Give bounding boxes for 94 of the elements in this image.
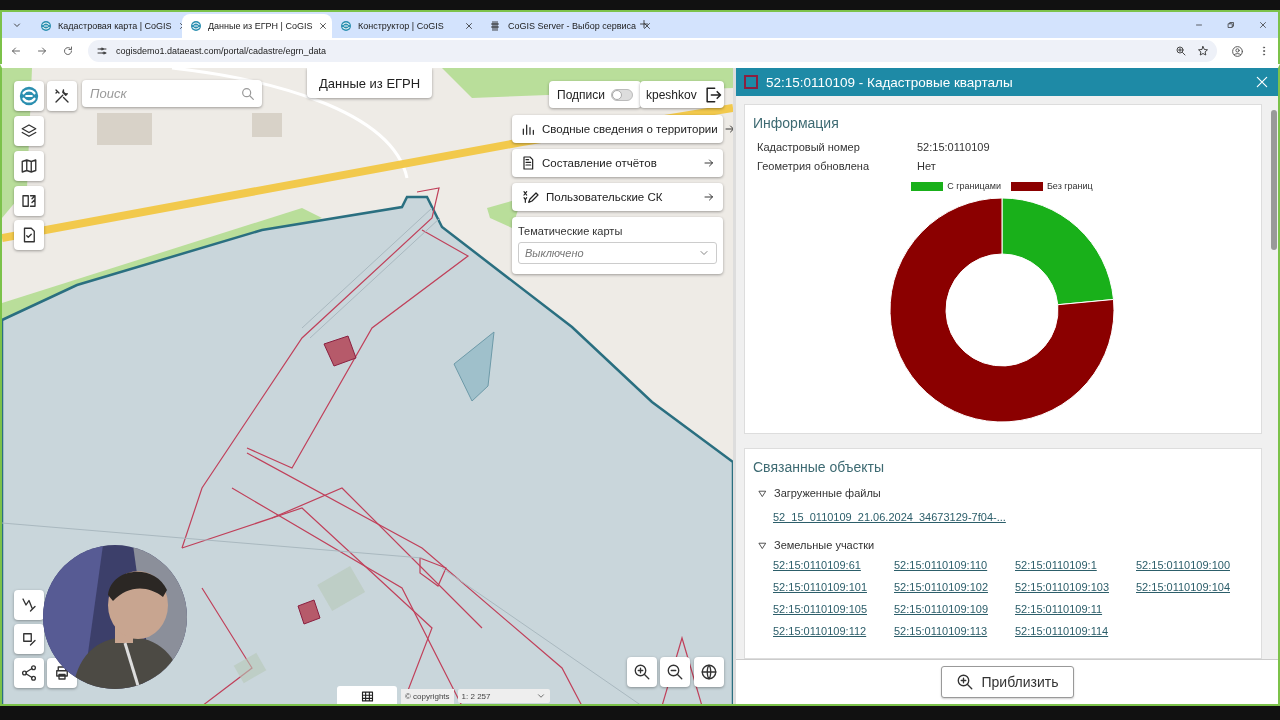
zoom-in-icon xyxy=(955,673,974,691)
star-icon xyxy=(1197,45,1209,57)
measure-line-button[interactable] xyxy=(14,590,44,620)
forward-icon xyxy=(36,45,48,57)
zoom-out-button[interactable] xyxy=(660,657,690,687)
link[interactable]: 52:15:0110109:101 xyxy=(773,581,894,593)
plus-icon xyxy=(638,18,650,30)
map-tool-button[interactable] xyxy=(14,220,44,250)
grid-icon xyxy=(490,20,502,32)
search-icon xyxy=(240,85,256,102)
logo-button[interactable] xyxy=(14,81,44,111)
link[interactable]: 52:15:0110109:110 xyxy=(894,559,1015,571)
group-header[interactable]: Загруженные файлы xyxy=(753,483,1251,503)
link[interactable]: 52:15:0110109:109 xyxy=(894,603,1015,615)
share-icon xyxy=(20,664,38,682)
arrow-right-icon xyxy=(723,123,733,135)
logo-icon xyxy=(190,20,202,32)
field-label: Тематические карты xyxy=(518,225,624,237)
section-heading: Информация xyxy=(753,115,840,131)
profile-icon xyxy=(1231,44,1244,58)
map-tool-button[interactable] xyxy=(14,186,44,216)
site-info-icon xyxy=(96,45,108,57)
toggle-switch[interactable] xyxy=(610,88,633,101)
measure-area-icon xyxy=(20,630,38,648)
close-button[interactable] xyxy=(1254,74,1270,90)
link[interactable]: 52:15:0110109:105 xyxy=(773,603,894,615)
labels-toggle[interactable]: Подписи xyxy=(549,81,641,108)
tools-icon xyxy=(53,87,71,105)
browser-tab[interactable]: Конструктор | CoGIS xyxy=(332,14,482,38)
field-label: Геометрия обновлена xyxy=(757,160,870,174)
link[interactable]: 52_15_0110109_21.06.2024_34673129-7f04-... xyxy=(773,511,1006,523)
restore-icon xyxy=(1226,20,1236,30)
measure-line-icon xyxy=(20,596,38,614)
table-icon xyxy=(359,688,375,704)
close-icon xyxy=(1254,74,1270,90)
panel-title: 52:15:0110109 - Кадастровые кварталы xyxy=(766,74,1014,90)
layers-icon xyxy=(20,122,38,140)
group-header[interactable]: Земельные участки xyxy=(753,535,1251,555)
map-tool-button[interactable] xyxy=(14,116,44,146)
link[interactable]: 52:15:0110109:1 xyxy=(1015,559,1136,571)
square-icon xyxy=(744,75,758,89)
url-text[interactable]: cogisdemo1.dataeast.com/portal/cadastre/egrn_data xyxy=(116,46,327,56)
close-icon xyxy=(464,21,474,31)
print-icon xyxy=(53,664,71,682)
legend-label: Без границ xyxy=(1046,181,1093,191)
close-icon xyxy=(642,21,652,31)
arrow-right-icon xyxy=(703,191,715,203)
link[interactable]: 52:15:0110109:104 xyxy=(1136,581,1257,593)
back-icon xyxy=(10,45,22,57)
globe-button[interactable] xyxy=(694,657,724,687)
link[interactable]: 52:15:0110109:11 xyxy=(1015,603,1136,615)
zoom-in-icon xyxy=(633,663,651,681)
link[interactable]: 52:15:0110109:112 xyxy=(773,625,894,637)
zoom-to-button[interactable]: Приблизить xyxy=(940,666,1074,698)
close-icon xyxy=(1258,20,1268,30)
link[interactable]: 52:15:0110109:103 xyxy=(1015,581,1136,593)
menu-button[interactable]: Составление отчётов xyxy=(512,149,723,177)
scale-select[interactable]: 1: 2 257 xyxy=(457,689,550,703)
field-value: 52:15:0110109 xyxy=(917,141,990,155)
zoom-out-icon xyxy=(666,663,684,681)
link[interactable]: 52:15:0110109:61 xyxy=(773,559,894,571)
table-button[interactable] xyxy=(337,686,397,704)
pencil-icon xyxy=(520,189,540,205)
browser-tab[interactable]: Данные из ЕГРН | CoGIS xyxy=(182,14,332,38)
globe-icon xyxy=(700,663,718,681)
measure-area-button[interactable] xyxy=(14,624,44,654)
thematic-select[interactable]: Выключено xyxy=(518,242,717,264)
logout-button[interactable]: kpeshkov xyxy=(640,81,724,108)
map-icon xyxy=(20,157,38,175)
zoom-icon xyxy=(1175,45,1187,57)
share-button[interactable] xyxy=(14,658,44,688)
logo-icon xyxy=(340,20,352,32)
link[interactable]: 52:15:0110109:102 xyxy=(894,581,1015,593)
menu-button[interactable]: Пользовательские СК xyxy=(512,183,723,211)
link[interactable]: 52:15:0110109:113 xyxy=(894,625,1015,637)
bar-chart-icon xyxy=(520,121,536,137)
logo-icon xyxy=(40,20,52,32)
legend-label: С границами xyxy=(947,181,1001,191)
map-tool-button[interactable] xyxy=(14,151,44,181)
link[interactable]: 52:15:0110109:100 xyxy=(1136,559,1257,571)
zoom-in-button[interactable] xyxy=(627,657,657,687)
field-value: Нет xyxy=(917,160,936,174)
reload-icon xyxy=(62,45,74,57)
compare-icon xyxy=(20,192,38,210)
chevron-down-icon xyxy=(535,691,546,701)
link[interactable]: 52:15:0110109:114 xyxy=(1015,625,1136,637)
close-icon xyxy=(318,21,329,31)
document-icon xyxy=(520,155,536,171)
page-title: Данные из ЕГРН xyxy=(307,68,433,98)
logo-icon xyxy=(18,85,40,107)
arrow-right-icon xyxy=(703,157,715,169)
field-label: Кадастровый номер xyxy=(757,141,861,155)
section-heading: Связанные объекты xyxy=(753,459,885,475)
tools-button[interactable] xyxy=(47,81,77,111)
